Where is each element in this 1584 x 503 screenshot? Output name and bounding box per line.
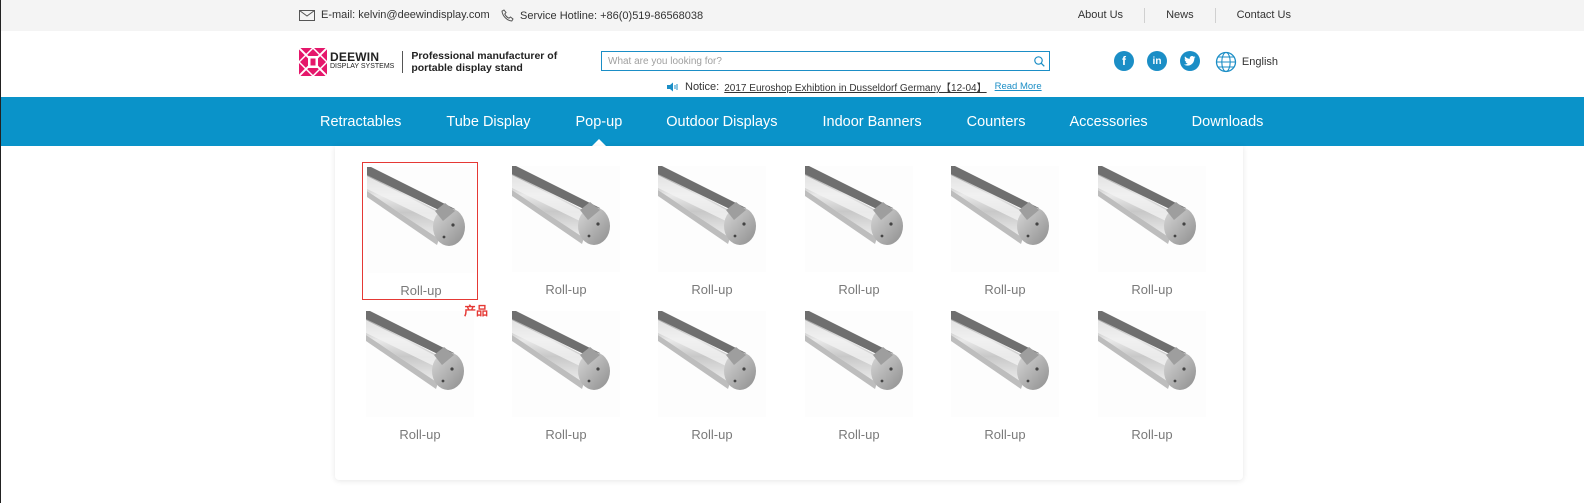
linkedin-icon[interactable]: in [1147, 51, 1167, 71]
search-box [601, 51, 1050, 71]
rollup-base-image [1098, 311, 1196, 390]
rollup-base-image [1098, 166, 1196, 245]
rollup-base-image [512, 166, 610, 245]
rollup-base-image [658, 311, 756, 390]
page: E-mail: kelvin@deewindisplay.com Service… [0, 0, 1584, 503]
product-item[interactable]: Roll-up [1094, 162, 1210, 300]
active-caret-icon [591, 139, 606, 146]
rollup-base-image [512, 311, 610, 390]
about-us-link[interactable]: About Us [1057, 8, 1144, 23]
email-contact[interactable]: E-mail: kelvin@deewindisplay.com [299, 9, 490, 21]
nav-item-outdoor-displays[interactable]: Outdoor Displays [666, 97, 777, 146]
product-label: Roll-up [691, 282, 733, 297]
product-thumbnail [658, 166, 766, 272]
language-selector[interactable]: English [1215, 51, 1278, 73]
product-thumbnail [1098, 311, 1206, 417]
nav-item-counters[interactable]: Counters [967, 97, 1026, 146]
product-item[interactable]: Roll-up [508, 307, 624, 445]
rollup-base-image [805, 166, 903, 245]
product-label: Roll-up [984, 427, 1026, 442]
phone-icon [501, 9, 514, 22]
product-thumbnail [512, 166, 620, 272]
product-thumbnail [951, 166, 1059, 272]
product-item[interactable]: Roll-up [508, 162, 624, 300]
product-thumbnail [367, 167, 475, 273]
top-links: About Us News Contact Us [1057, 8, 1291, 23]
selection-badge: 产品 [464, 304, 489, 318]
search-button[interactable] [1029, 52, 1049, 70]
nav-item-retractables[interactable]: Retractables [320, 97, 401, 146]
main-nav: Retractables Tube Display Pop-up Outdoor… [1, 97, 1584, 146]
product-item[interactable]: Roll-up [362, 307, 478, 445]
notice-label: Notice: [685, 80, 720, 93]
logo-mark-icon [299, 48, 327, 76]
hotline-contact: Service Hotline: +86(0)519-86568038 [501, 9, 703, 22]
product-label: Roll-up [400, 283, 442, 298]
search-icon [1033, 55, 1045, 67]
product-item[interactable]: Roll-up [362, 162, 478, 300]
product-item[interactable]: Roll-up [801, 307, 917, 445]
social-links: f in [1114, 51, 1213, 71]
rollup-base-image [366, 311, 464, 390]
logo-text: DEEWIN DISPLAY SYSTEMS [330, 50, 395, 72]
nav-item-accessories[interactable]: Accessories [1069, 97, 1147, 146]
product-item[interactable]: Roll-up [947, 307, 1063, 445]
product-thumbnail [366, 311, 474, 417]
notice-bar: Notice: 2017 Euroshop Exhibtion in Dusse… [667, 79, 1042, 94]
product-thumbnail [658, 311, 766, 417]
product-label: Roll-up [984, 282, 1026, 297]
read-more-link[interactable]: Read More [995, 81, 1042, 92]
nav-item-downloads[interactable]: Downloads [1192, 97, 1264, 146]
product-label: Roll-up [399, 427, 441, 442]
rollup-base-image [805, 311, 903, 390]
product-item[interactable]: Roll-up [801, 162, 917, 300]
notice-link[interactable]: 2017 Euroshop Exhibtion in Dusseldorf Ge… [724, 79, 986, 94]
mail-icon [299, 9, 315, 21]
nav-item-pop-up[interactable]: Pop-up [576, 97, 622, 146]
facebook-icon[interactable]: f [1114, 51, 1134, 71]
product-label: Roll-up [1131, 427, 1173, 442]
product-thumbnail [951, 311, 1059, 417]
product-item[interactable]: Roll-up [654, 162, 770, 300]
header: DEEWIN DISPLAY SYSTEMS Professional manu… [299, 31, 1291, 97]
tagline: Professional manufacturer of portable di… [411, 50, 558, 74]
product-label: Roll-up [1131, 282, 1173, 297]
product-thumbnail [512, 311, 620, 417]
product-label: Roll-up [691, 427, 733, 442]
rollup-base-image [951, 166, 1049, 245]
logo-subname: DISPLAY SYSTEMS [330, 63, 395, 70]
logo-divider [402, 51, 404, 73]
product-thumbnail [1098, 166, 1206, 272]
product-thumbnail [805, 311, 913, 417]
product-item[interactable]: Roll-up [654, 307, 770, 445]
rollup-base-image [951, 311, 1049, 390]
search-input[interactable] [602, 52, 1029, 70]
email-text: E-mail: kelvin@deewindisplay.com [321, 9, 490, 21]
product-item[interactable]: Roll-up [1094, 307, 1210, 445]
top-bar: E-mail: kelvin@deewindisplay.com Service… [1, 0, 1584, 31]
product-label: Roll-up [838, 427, 880, 442]
news-link[interactable]: News [1144, 8, 1215, 23]
globe-icon [1215, 51, 1237, 73]
product-label: Roll-up [545, 282, 587, 297]
rollup-base-image [367, 167, 465, 246]
product-label: Roll-up [545, 427, 587, 442]
logo-name: DEEWIN [330, 50, 380, 64]
product-thumbnail [805, 166, 913, 272]
product-item[interactable]: Roll-up [947, 162, 1063, 300]
hotline-text: Service Hotline: +86(0)519-86568038 [520, 9, 704, 22]
speaker-icon [667, 82, 678, 91]
language-label: English [1241, 56, 1278, 68]
contact-us-link[interactable]: Contact Us [1214, 8, 1291, 23]
site-logo[interactable]: DEEWIN DISPLAY SYSTEMS Professional manu… [299, 48, 581, 76]
product-label: Roll-up [838, 282, 880, 297]
nav-item-tube-display[interactable]: Tube Display [446, 97, 530, 146]
nav-item-indoor-banners[interactable]: Indoor Banners [822, 97, 921, 146]
rollup-base-image [658, 166, 756, 245]
twitter-icon[interactable] [1180, 51, 1200, 71]
